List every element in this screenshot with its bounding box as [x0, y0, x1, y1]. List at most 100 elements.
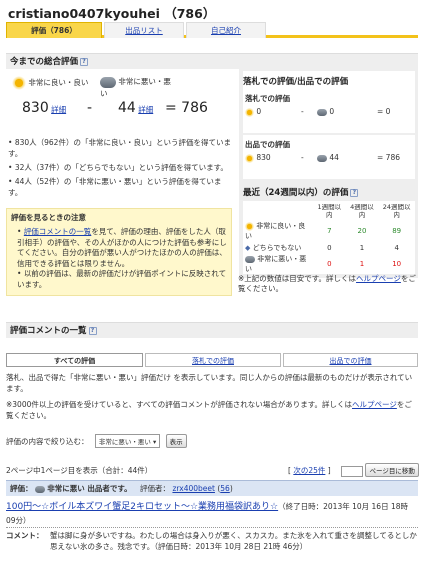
bad-detail-link[interactable]: 詳細: [138, 105, 153, 114]
chevron-down-icon: ▾: [152, 438, 157, 446]
good-count: 830: [22, 100, 49, 116]
filter-tab-seller[interactable]: 出品での評価: [283, 353, 418, 367]
footnote-text: ※上記の数値は目安です。詳しくは: [238, 274, 357, 283]
neutral-icon: ◆: [245, 243, 251, 252]
panel-footnote: ※上記の数値は目安です。詳しくはヘルプページをご覧ください。: [238, 274, 418, 294]
eval-value: 非常に悪い 出品者です。: [47, 484, 132, 493]
rating-filter-value: 非常に悪い・悪い: [98, 438, 151, 446]
table-cell: 0: [327, 260, 332, 268]
table-row: ◆ どちらでもない 0 1 4: [243, 241, 415, 254]
filter-tab-seller-link[interactable]: 出品での評価: [330, 357, 372, 365]
table-cell: 10: [392, 260, 402, 268]
comment-list-link[interactable]: 評価コメントの一覧: [24, 227, 92, 236]
col-header: 24週間以内: [382, 203, 411, 219]
minus-sign: -: [301, 153, 304, 162]
tab-listings-link[interactable]: 出品リスト: [125, 26, 163, 35]
tab-listings[interactable]: 出品リスト: [104, 22, 184, 38]
help-icon[interactable]: ?: [350, 188, 359, 197]
auction-item-link[interactable]: 100円〜☆ボイル本ズワイ蟹足2キロセット〜☆業務用福袋訳あり☆: [6, 502, 278, 512]
sun-icon: [245, 107, 254, 117]
filter-tab-buyer-link[interactable]: 落札での評価: [192, 357, 234, 365]
description-text: ※3000件以上の評価を受けていると、すべての評価コメントが評価されない場合があ…: [6, 399, 418, 421]
caution-text: 以前の評価は、最新の評価だけが評価ポイントに反映されています。: [17, 269, 227, 289]
good-legend: 非常に良い・良い: [12, 76, 88, 90]
seller-row: 830 - 44 = 786: [245, 153, 415, 163]
sun-icon: [12, 76, 26, 90]
page-number-input[interactable]: [341, 465, 364, 477]
table-cell: 7: [327, 227, 332, 235]
buyer-total: = 0: [377, 107, 391, 116]
table-cell: 20: [357, 227, 367, 235]
rater-score-link[interactable]: 56: [220, 484, 230, 493]
caution-item: • 評価コメントの一覧を見て、評価の理由、評価をした人（取引相手）の評価や、その…: [17, 227, 227, 268]
table-cell: 89: [392, 227, 402, 235]
rating-filter-select[interactable]: 非常に悪い・悪い ▾: [94, 434, 161, 448]
comment-text: 蟹は脚に身が多いですね。わたしの場合は身入りが悪く、スカスカ。また氷を入れて重さ…: [50, 531, 417, 551]
caution-item: • 以前の評価は、最新の評価だけが評価ポイントに反映されています。: [17, 269, 227, 289]
buyer-row: 0 - 0 = 0: [245, 107, 415, 117]
cloud-rain-icon: [34, 485, 45, 493]
minus-sign: -: [87, 100, 93, 116]
good-detail-link[interactable]: 詳細: [51, 105, 66, 114]
breakdown-heading: 落札での評価/出品での評価: [243, 77, 349, 87]
cloud-rain-icon: [317, 154, 327, 162]
buyer-label: 落札での評価: [245, 94, 290, 103]
comments-heading-text: 評価コメントの一覧: [10, 326, 87, 336]
cloud-rain-icon: [100, 76, 116, 88]
seller-label: 出品での評価: [245, 140, 290, 149]
tab-profile[interactable]: 自己紹介: [186, 22, 266, 38]
comment-label: コメント：: [6, 531, 44, 540]
comment-body: コメント： 蟹は脚に身が多いですね。わたしの場合は身入りが悪く、スカスカ。また氷…: [6, 530, 418, 552]
description-text: 落札、出品で得た「非常に悪い・悪い」評価だけ を表示しています。同じ人からの評価…: [6, 373, 413, 393]
col-header: 4週間以内: [350, 203, 374, 219]
help-icon[interactable]: ?: [80, 57, 89, 66]
tab-profile-link[interactable]: 自己紹介: [211, 26, 241, 35]
comments-heading: 評価コメントの一覧?: [6, 322, 418, 338]
seller-total: = 786: [377, 153, 400, 162]
comment-item: 100円〜☆ボイル本ズワイ蟹足2キロセット〜☆業務用福袋訳あり☆（終了日時：20…: [6, 500, 418, 527]
page-title: cristiano0407kyouhei （786）: [8, 6, 216, 21]
paging-info: 2ページ中1ページ目を表示（合計：44件）: [6, 466, 153, 475]
minus-sign: -: [301, 107, 304, 116]
seller-bad: 44: [329, 153, 339, 162]
table-row: 非常に良い・良い 7 20 89: [243, 221, 415, 241]
summary-item: • 44人（52件）の「非常に悪い・悪い」という評価を得ています。: [8, 177, 222, 197]
next-page-link[interactable]: 次の25件: [293, 466, 325, 475]
rater-link[interactable]: zrx400beet: [172, 484, 215, 493]
comments-description: 落札、出品で得た「非常に悪い・悪い」評価だけ を表示しています。同じ人からの評価…: [6, 372, 418, 421]
summary-text: 32人（37件）の「どちらでもない」という評価を得ています。: [14, 163, 228, 172]
table-cell: 4: [394, 243, 399, 252]
help-icon[interactable]: ?: [88, 326, 97, 335]
total-score: = 786: [165, 100, 208, 116]
eval-label: 評価：: [10, 484, 33, 493]
table-cell: 1: [359, 260, 365, 268]
tab-ratings[interactable]: 評価（786）: [6, 22, 102, 38]
filter-label: 評価の内容で絞り込む：: [6, 437, 89, 446]
caution-heading: 評価を見るときの注意: [11, 213, 86, 222]
breakdown-panel: 落札での評価/出品での評価 落札での評価 0 - 0 = 0 出品での評価 83…: [239, 67, 418, 278]
tab-bar: 評価（786） 出品リスト 自己紹介: [6, 22, 418, 38]
filter-tab-buyer[interactable]: 落札での評価: [145, 353, 281, 367]
description-text-pre: ※3000件以上の評価を受けていると、すべての評価コメントが評価されない場合があ…: [6, 400, 352, 409]
comment-header: 評価： 非常に悪い 出品者です。 評価者： zrx400beet (56): [6, 480, 418, 496]
table-cell: 1: [359, 243, 365, 252]
help-page-link[interactable]: ヘルプページ: [352, 400, 397, 409]
show-button[interactable]: 表示: [165, 434, 187, 448]
col-header: 1週間以内: [317, 203, 342, 219]
help-page-link[interactable]: ヘルプページ: [356, 274, 401, 283]
summary-item: • 830人（962件）の「非常に良い・良い」という評価を得ています。: [8, 138, 231, 158]
good-count-row: 830 詳細: [22, 100, 66, 116]
summary-list: • 830人（962件）の「非常に良い・良い」という評価を得ています。 • 32…: [8, 137, 234, 198]
pagination: [ 次の25件 ] ページ目に移動: [288, 463, 419, 477]
recent-heading-text: 最近（24週間以内）の評価: [243, 188, 349, 198]
go-to-page-button[interactable]: ページ目に移動: [365, 463, 419, 477]
summary-text: 830人（962件）の「非常に良い・良い」という評価を得ています。: [8, 138, 231, 158]
row-label: 非常に悪い・悪い: [245, 255, 307, 273]
filter-tab-all[interactable]: すべての評価: [6, 353, 143, 367]
table-cell: 0: [327, 243, 332, 252]
overall-heading-text: 今までの総合評価: [10, 57, 79, 67]
row-label: 非常に良い・良い: [245, 222, 306, 240]
cloud-rain-icon: [317, 108, 327, 116]
summary-text: 44人（52件）の「非常に悪い・悪い」という評価を得ています。: [8, 177, 222, 197]
rater-label: 評価者：: [140, 484, 171, 493]
